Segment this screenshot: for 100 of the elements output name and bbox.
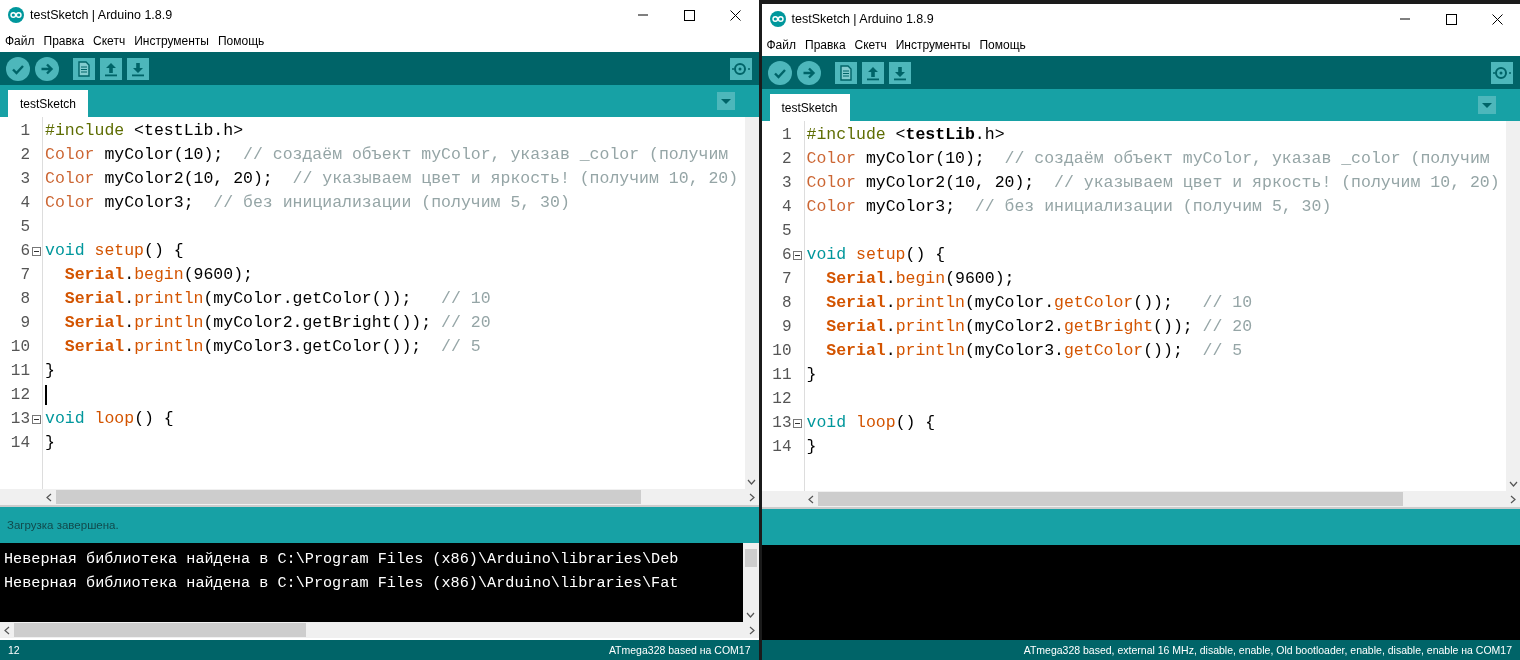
line-number: 12 xyxy=(772,390,792,408)
code-line: Color myColor(10); // создаём объект myColor, указав _color (получим xyxy=(45,144,729,166)
menu-item[interactable]: Скетч xyxy=(93,34,126,48)
menu-item[interactable]: Файл xyxy=(5,34,35,48)
tab-menu-button[interactable] xyxy=(716,92,735,110)
fold-icon[interactable] xyxy=(31,414,41,424)
menu-item[interactable]: Помощь xyxy=(217,34,265,48)
code-line: Serial.println(myColor2.getBright()); // 20 xyxy=(63,312,491,334)
line-number: 9 xyxy=(20,314,30,332)
code-line: Serial.println(myColor2.getBright()); // 20 xyxy=(825,316,1253,338)
fold-icon[interactable] xyxy=(31,246,41,256)
window-title: testSketch | Arduino 1.8.9 xyxy=(791,12,935,26)
upload-button[interactable] xyxy=(35,56,59,81)
serial-monitor-button[interactable] xyxy=(1491,61,1513,84)
menu-item[interactable]: Правка xyxy=(805,38,846,52)
horizontal-scrollbar[interactable] xyxy=(0,489,759,505)
code-line: #include <testLib.h> xyxy=(45,120,244,142)
new-sketch-button[interactable] xyxy=(834,61,857,84)
line-number: 5 xyxy=(781,222,792,240)
code-line: void setup() { xyxy=(806,244,946,266)
maximize-icon xyxy=(1445,13,1457,25)
code-line: Color myColor2(10, 20); // указываем цвет и яркость! (получим 10, 20) xyxy=(45,168,739,190)
menu-item[interactable]: Помощь xyxy=(979,38,1026,52)
line-number: 7 xyxy=(781,270,792,288)
fold-icon[interactable] xyxy=(793,250,802,260)
serial-monitor-button[interactable] xyxy=(729,57,752,80)
code-line: Serial.println(myColor.getColor()); // 10 xyxy=(63,288,491,310)
code-line: Serial.println(myColor3.getColor()); // 5 xyxy=(825,340,1243,362)
scrollbar-thumb[interactable] xyxy=(744,549,757,567)
code-line: void loop() { xyxy=(45,408,174,430)
code-line: } xyxy=(806,364,817,386)
line-number: 14 xyxy=(772,438,792,456)
line-number: 4 xyxy=(781,198,792,216)
verify-button[interactable] xyxy=(6,56,30,81)
new-sketch-button[interactable] xyxy=(73,57,95,80)
upload-button[interactable] xyxy=(796,60,821,85)
app-logo-icon xyxy=(8,7,24,23)
line-number: 10 xyxy=(772,342,792,360)
line-number: 1 xyxy=(20,122,30,140)
code-line: Color myColor3; // без инициализации (получим 5, 30) xyxy=(806,196,1332,218)
board-status: ATmega328 based, external 16 MHz, disable, enable, Old bootloader, enable, disable, enable на COM17 xyxy=(1023,644,1512,656)
line-number: 12 xyxy=(10,386,30,404)
line-number: 8 xyxy=(781,294,792,312)
menu-item[interactable]: Инструменты xyxy=(134,34,209,48)
scroll-down-icon[interactable] xyxy=(1508,481,1518,487)
scrollbar-thumb[interactable] xyxy=(817,492,1403,506)
code-line: Serial.println(myColor.getColor()); // 10 xyxy=(825,292,1253,314)
scroll-left-icon[interactable] xyxy=(4,625,10,635)
menu-item[interactable]: Скетч xyxy=(854,38,887,52)
line-number: 14 xyxy=(10,434,30,452)
scroll-down-icon[interactable] xyxy=(747,479,756,485)
tab-menu-button[interactable] xyxy=(1478,96,1496,114)
save-button[interactable] xyxy=(127,57,149,80)
scroll-left-icon[interactable] xyxy=(46,492,52,502)
fold-icon[interactable] xyxy=(793,418,802,428)
horizontal-scrollbar[interactable] xyxy=(0,622,759,638)
close-icon xyxy=(1491,13,1503,25)
scroll-down-icon[interactable] xyxy=(746,612,755,618)
code-line: Serial.println(myColor3.getColor()); // 5 xyxy=(63,336,481,358)
vertical-scrollbar[interactable] xyxy=(742,543,759,622)
verify-button[interactable] xyxy=(767,60,792,85)
code-line: Color myColor3; // без инициализации (получим 5, 30) xyxy=(45,192,570,214)
scroll-right-icon[interactable] xyxy=(748,492,755,502)
line-number: 3 xyxy=(781,174,792,192)
sketch-tab[interactable]: testSketch xyxy=(8,90,89,117)
line-number: 8 xyxy=(20,290,30,308)
menu-item[interactable]: Инструменты xyxy=(895,38,971,52)
code-line: Color myColor(10); // создаём объект myColor, указав _color (получим xyxy=(806,148,1490,170)
vertical-scrollbar[interactable] xyxy=(1506,121,1520,491)
code-line: } xyxy=(45,360,55,382)
scroll-left-icon[interactable] xyxy=(807,494,814,504)
open-button[interactable] xyxy=(100,57,122,80)
line-number: 11 xyxy=(772,366,792,384)
open-button[interactable] xyxy=(861,61,884,84)
vertical-scrollbar[interactable] xyxy=(744,117,759,489)
status-message: Загрузка завершена. xyxy=(7,519,119,531)
sketch-tab[interactable]: testSketch xyxy=(769,94,850,121)
code-line: Serial.begin(9600); xyxy=(825,268,1015,290)
scroll-right-icon[interactable] xyxy=(748,625,755,635)
line-number-status: 12 xyxy=(8,644,20,656)
line-number: 11 xyxy=(10,362,30,380)
scroll-right-icon[interactable] xyxy=(1510,494,1516,504)
code-line: } xyxy=(45,432,55,454)
code-line: Serial.begin(9600); xyxy=(63,264,253,286)
scrollbar-thumb[interactable] xyxy=(56,490,642,504)
horizontal-scrollbar[interactable] xyxy=(761,491,1520,507)
menu-item[interactable]: Файл xyxy=(766,38,796,52)
save-button[interactable] xyxy=(888,61,911,84)
line-number: 9 xyxy=(781,318,792,336)
board-status: ATmega328 based на COM17 xyxy=(608,644,751,656)
console-line: Неверная библиотека найдена в C:\Program Files (x86)\Arduino\libraries\Fat xyxy=(4,573,679,594)
line-number: 1 xyxy=(781,126,792,144)
menu-item[interactable]: Правка xyxy=(43,34,85,48)
code-line: void setup() { xyxy=(45,240,184,262)
line-number: 13 xyxy=(772,414,792,432)
code-line: #include <testLib.h> xyxy=(806,124,1005,146)
scrollbar-thumb[interactable] xyxy=(14,623,307,637)
line-number: 13 xyxy=(10,410,30,428)
code-line: Color myColor2(10, 20); // указываем цвет и яркость! (получим 10, 20) xyxy=(806,172,1500,194)
maximize-icon xyxy=(684,9,695,21)
